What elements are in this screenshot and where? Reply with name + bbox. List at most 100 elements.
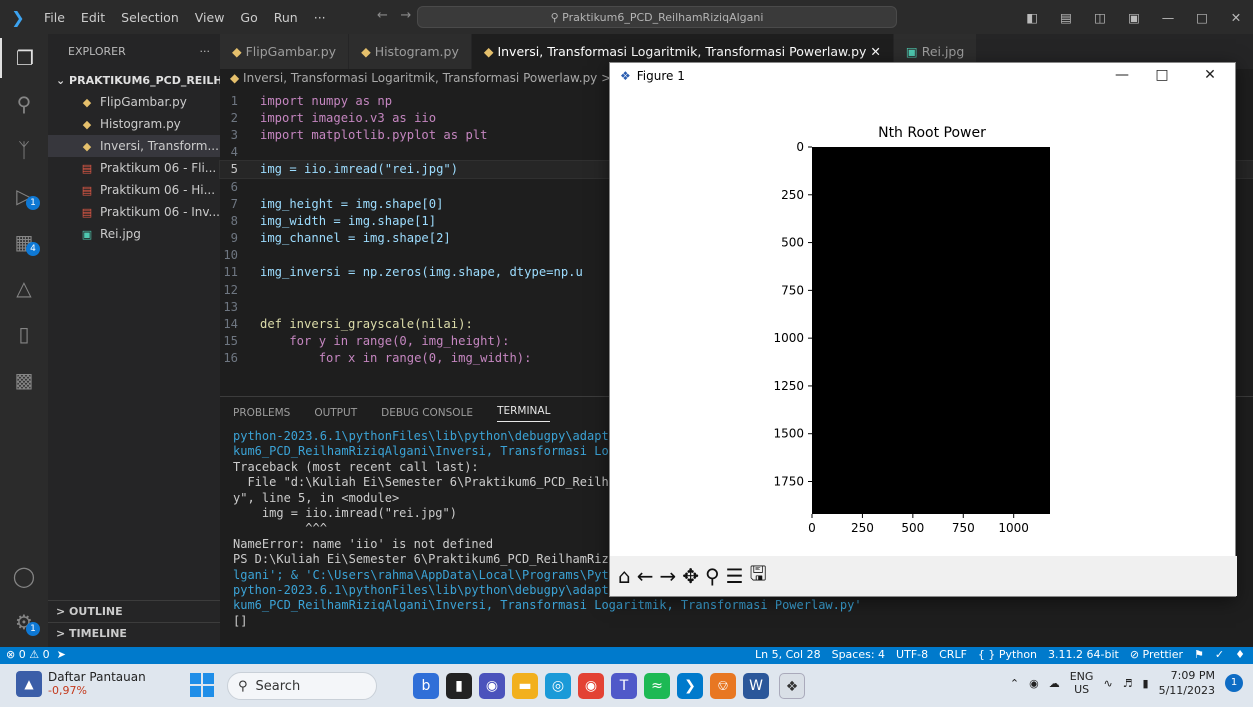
teams-chat-icon[interactable]: ◉ <box>479 673 505 699</box>
edge-browser-icon[interactable]: ◎ <box>545 673 571 699</box>
figure-maximize-icon[interactable]: □ <box>1142 67 1182 83</box>
plot-canvas[interactable]: Nth Root Power 0 250 500 750 1000 0 250 500 750… <box>610 89 1237 559</box>
network-app-icon[interactable]: ⎊ <box>710 673 736 699</box>
language-indicator[interactable]: ENG US <box>1070 670 1094 696</box>
cloud-icon[interactable]: ☁ <box>1049 677 1060 690</box>
workspace-folder[interactable]: ⌄ PRAKTIKUM6_PCD_REILHA... <box>48 69 244 91</box>
y-tick-label: 1500 <box>773 427 804 441</box>
word-app-icon[interactable]: W <box>743 673 769 699</box>
back-arrow-icon[interactable]: ← <box>637 564 654 588</box>
zoom-icon[interactable]: ⚲ <box>705 564 720 588</box>
notification-badge[interactable]: 1 <box>1225 674 1243 692</box>
more-actions-icon[interactable]: ··· <box>200 45 211 58</box>
live-share-icon[interactable]: ➤ <box>57 648 66 661</box>
android-icon[interactable]: ▩ <box>0 360 48 400</box>
spotify-icon[interactable]: ≈ <box>644 673 670 699</box>
breadcrumb[interactable]: ◆ Inversi, Transformasi Logaritmik, Tran… <box>230 71 626 85</box>
file-explorer-icon[interactable]: ▬ <box>512 673 538 699</box>
image-file-icon: ▣ <box>905 44 922 59</box>
taskbar-search[interactable]: ⚲ Search <box>227 672 377 700</box>
cursor-position[interactable]: Ln 5, Col 28 <box>755 648 821 661</box>
python-interpreter[interactable]: 3.11.2 64-bit <box>1048 648 1119 661</box>
explorer-icon[interactable]: ❐ <box>0 38 48 78</box>
menu-go[interactable]: Go <box>232 10 265 25</box>
tab-problems[interactable]: PROBLEMS <box>233 407 290 419</box>
account-icon[interactable]: ◯ <box>0 556 48 596</box>
timeline-section[interactable]: > TIMELINE <box>48 622 220 644</box>
notifications-bell-icon[interactable]: ♦ <box>1235 648 1245 661</box>
x-tick-label: 500 <box>901 521 924 535</box>
outline-section[interactable]: > OUTLINE <box>48 600 220 622</box>
command-center-label: Praktikum6_PCD_ReilhamRiziqAlgani <box>562 10 764 24</box>
teams-app-icon[interactable]: T <box>611 673 637 699</box>
tab-terminal[interactable]: TERMINAL <box>497 405 551 422</box>
tab-histogram[interactable]: ◆ Histogram.py <box>349 34 472 69</box>
tab-debug-console[interactable]: DEBUG CONSOLE <box>381 407 473 419</box>
problems-status[interactable]: ⊗ 0 ⚠ 0 ➤ <box>6 648 66 661</box>
toggle-secondary-sidebar-icon[interactable]: ◫ <box>1083 10 1117 25</box>
wifi-icon[interactable]: ∿ <box>1103 677 1112 690</box>
file-item[interactable]: ▤ Praktikum 06 - Hi... <box>48 179 220 201</box>
copilot-icon[interactable]: ✓ <box>1215 648 1224 661</box>
file-label: Praktikum 06 - Hi... <box>100 183 216 197</box>
copilot-app-icon[interactable]: b <box>413 673 439 699</box>
source-control-icon[interactable]: ᛉ <box>0 130 48 170</box>
code-text: img = iio.imread("rei.jpg") <box>260 162 459 177</box>
line-ending[interactable]: CRLF <box>939 648 967 661</box>
matplotlib-figure-app-icon[interactable]: ❖ <box>779 673 805 699</box>
indentation[interactable]: Spaces: 4 <box>832 648 885 661</box>
menu-more[interactable]: ··· <box>306 10 334 25</box>
tab-flipgambar[interactable]: ◆ FlipGambar.py <box>220 34 350 69</box>
file-item[interactable]: ◆ FlipGambar.py <box>48 91 220 113</box>
toggle-panel-icon[interactable]: ▤ <box>1049 10 1083 25</box>
chrome-browser-icon[interactable]: ◉ <box>578 673 604 699</box>
toggle-sidebar-icon[interactable]: ◧ <box>1015 10 1049 25</box>
show-hidden-icons-icon[interactable]: ⌃ <box>1010 677 1019 690</box>
menu-file[interactable]: File <box>36 10 73 25</box>
start-button[interactable] <box>190 673 214 697</box>
figure-minimize-icon[interactable]: — <box>1102 67 1142 83</box>
task-view-icon[interactable]: ▮ <box>446 673 472 699</box>
battery-icon[interactable]: ▮ <box>1143 677 1149 690</box>
pan-icon[interactable]: ✥ <box>682 564 699 588</box>
minimize-icon[interactable]: — <box>1151 10 1185 25</box>
encoding[interactable]: UTF-8 <box>896 648 928 661</box>
configure-subplots-icon[interactable]: ☰ <box>726 564 744 588</box>
clock[interactable]: 7:09 PM 5/11/2023 <box>1159 668 1215 698</box>
customize-layout-icon[interactable]: ▣ <box>1117 10 1151 25</box>
menu-selection[interactable]: Selection <box>113 10 187 25</box>
forward-arrow-icon[interactable]: → <box>400 8 411 23</box>
menu-edit[interactable]: Edit <box>73 10 113 25</box>
command-center-search[interactable]: ⚲ Praktikum6_PCD_ReilhamRiziqAlgani <box>417 6 897 28</box>
feedback-icon[interactable]: ⚑ <box>1194 648 1204 661</box>
volume-icon[interactable]: ♬ <box>1123 677 1133 690</box>
run-debug-icon[interactable]: ▷ 1 <box>0 176 48 216</box>
save-figure-icon[interactable]: 🖫 <box>750 559 767 593</box>
vscode-app-icon[interactable]: ❯ <box>677 673 703 699</box>
menu-view[interactable]: View <box>187 10 233 25</box>
file-item[interactable]: ▤ Praktikum 06 - Fli... <box>48 157 220 179</box>
file-item[interactable]: ▤ Praktikum 06 - Inv... <box>48 201 220 223</box>
testing-icon[interactable]: △ <box>0 268 48 308</box>
figure-close-icon[interactable]: ✕ <box>1190 67 1230 83</box>
close-icon[interactable]: ✕ <box>1219 10 1253 25</box>
search-icon[interactable]: ⚲ <box>0 84 48 124</box>
settings-gear-icon[interactable]: ⚙ 1 <box>0 602 48 642</box>
file-item[interactable]: ◆ Histogram.py <box>48 113 220 135</box>
close-tab-icon[interactable]: ✕ <box>866 44 880 59</box>
back-arrow-icon[interactable]: ← <box>377 8 388 23</box>
forward-arrow-icon[interactable]: → <box>659 564 676 588</box>
prettier-status[interactable]: ⊘ Prettier <box>1130 648 1183 661</box>
extensions-icon[interactable]: ▦ 4 <box>0 222 48 262</box>
home-icon[interactable]: ⌂ <box>618 564 631 588</box>
language-mode[interactable]: { } Python <box>978 648 1037 661</box>
tray-app-icon[interactable]: ◉ <box>1029 677 1039 690</box>
menu-run[interactable]: Run <box>266 10 306 25</box>
tab-output[interactable]: OUTPUT <box>314 407 357 419</box>
file-item[interactable]: ▣ Rei.jpg <box>48 223 220 245</box>
python-file-icon: ◆ <box>361 44 375 59</box>
file-item-selected[interactable]: ◆ Inversi, Transform... <box>48 135 220 157</box>
terminal-icon[interactable]: ▯ <box>0 314 48 354</box>
widgets-watchlist[interactable]: ▲ Daftar Pantauan -0,97% <box>16 670 146 697</box>
restore-icon[interactable]: □ <box>1185 10 1219 25</box>
